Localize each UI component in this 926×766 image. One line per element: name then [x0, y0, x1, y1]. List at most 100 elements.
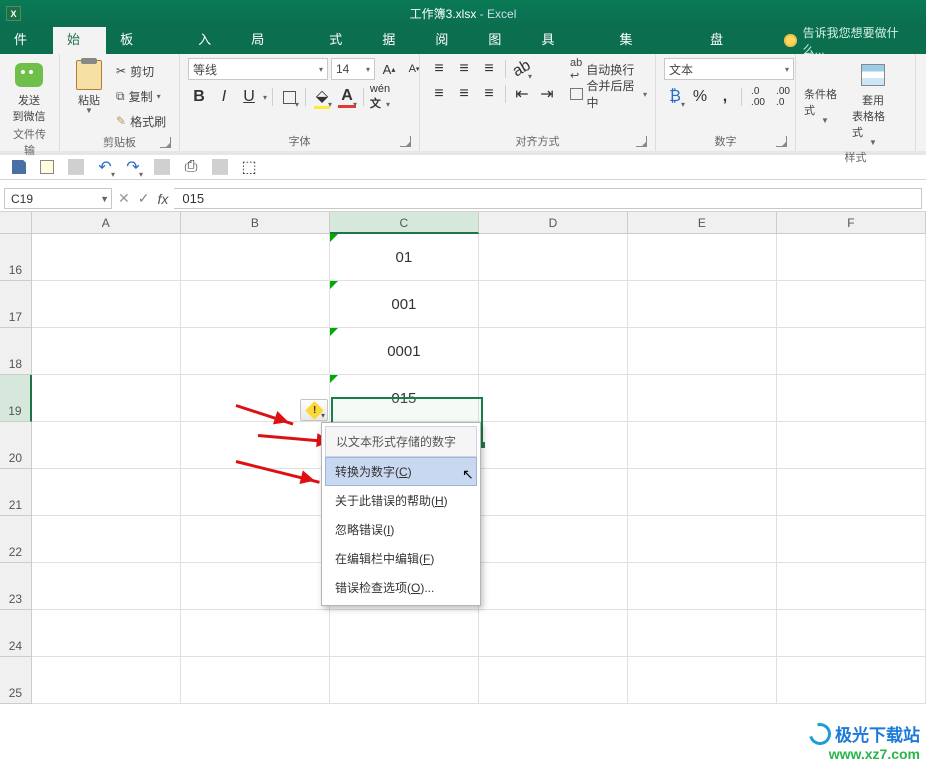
copy-icon: ⧉ [116, 89, 125, 104]
template-icon [40, 160, 54, 174]
col-header-D[interactable]: D [479, 212, 628, 234]
row-header-22[interactable]: 22 [0, 516, 32, 563]
group-alignment-label: 对齐方式 [428, 131, 647, 149]
touch-mode-button[interactable]: ⬚ [238, 156, 260, 178]
decrease-indent-button[interactable]: ⇤ [511, 83, 533, 105]
row-header-20[interactable]: 20 [0, 422, 32, 469]
orientation-button[interactable]: ab [511, 58, 533, 80]
row-header-25[interactable]: 25 [0, 657, 32, 704]
select-all-corner[interactable] [0, 212, 32, 234]
group-filetransfer-label: 文件传输 [8, 124, 51, 158]
template-button[interactable] [36, 156, 58, 178]
font-dialog-launcher[interactable] [400, 136, 411, 147]
menu-error-help[interactable]: 关于此错误的帮助(H) [325, 486, 477, 515]
align-center-button[interactable]: ≡ [453, 83, 475, 105]
row-header-21[interactable]: 21 [0, 469, 32, 516]
formula-input[interactable]: 015 [174, 188, 922, 209]
increase-indent-button[interactable]: ⇥ [536, 83, 558, 105]
col-header-F[interactable]: F [777, 212, 926, 234]
brush-icon: ✎ [116, 114, 126, 128]
col-header-E[interactable]: E [628, 212, 777, 234]
ribbon: 发送 到微信 文件传输 粘贴 ▼ ✂剪切 ⧉复制▾ ✎格式刷 剪贴板 等线▾ 1… [0, 54, 926, 155]
copy-button[interactable]: ⧉复制▾ [116, 85, 166, 107]
grid[interactable]: 16 01 17 001 18 0001 19 015 20 21 22 23 24 2… [0, 234, 926, 704]
underline-button[interactable]: U [238, 86, 260, 108]
cell-C19[interactable]: 015 [330, 375, 479, 422]
phonetic-button[interactable]: wén文 [369, 86, 391, 108]
font-color-button[interactable]: A [336, 86, 358, 108]
col-header-A[interactable]: A [32, 212, 181, 234]
menu-error-check-options[interactable]: 错误检查选项(O)... [325, 573, 477, 602]
number-dialog-launcher[interactable] [776, 136, 787, 147]
alignment-dialog-launcher[interactable] [636, 136, 647, 147]
fill-color-button[interactable]: ⬙ [311, 86, 333, 108]
font-name-combo[interactable]: 等线▾ [188, 58, 328, 80]
window-title: 工作簿3.xlsx - Excel [0, 5, 926, 22]
align-top-button[interactable]: ≡ [428, 58, 450, 80]
warning-icon: ! [305, 401, 323, 419]
decrease-font-button[interactable]: A▾ [403, 58, 425, 80]
redo-button[interactable]: ↷ [122, 156, 144, 178]
send-to-wechat-button[interactable]: 发送 到微信 [8, 58, 50, 124]
save-button[interactable] [8, 156, 30, 178]
row-header-16[interactable]: 16 [0, 234, 32, 281]
group-number-label: 数字 [664, 131, 787, 149]
increase-decimal-button[interactable]: .0.00 [747, 86, 769, 108]
error-smart-tag-button[interactable]: ! [300, 399, 328, 421]
increase-font-button[interactable]: A▴ [378, 58, 400, 80]
font-size-combo[interactable]: 14▾ [331, 58, 375, 80]
cell-C17[interactable]: 001 [330, 281, 479, 328]
cell-C18[interactable]: 0001 [330, 328, 479, 375]
save-icon [12, 160, 26, 174]
paste-button[interactable]: 粘贴 ▼ [68, 58, 110, 115]
tell-me-placeholder: 告诉我您想要做什么... [803, 24, 916, 58]
menu-ignore-error[interactable]: 忽略错误(I) [325, 515, 477, 544]
merge-icon [570, 88, 583, 100]
align-middle-button[interactable]: ≡ [453, 58, 475, 80]
phonetic-icon: wén文 [370, 83, 390, 111]
fx-button[interactable]: fx [157, 191, 168, 207]
format-painter-button[interactable]: ✎格式刷 [116, 110, 166, 132]
align-left-button[interactable]: ≡ [428, 83, 450, 105]
cut-button[interactable]: ✂剪切 [116, 60, 166, 82]
title-bar: X 工作簿3.xlsx - Excel [0, 0, 926, 27]
comma-button[interactable]: , [714, 86, 736, 108]
merge-center-button[interactable]: 合并后居中▾ [570, 83, 647, 105]
row-header-17[interactable]: 17 [0, 281, 32, 328]
accept-formula-button[interactable]: ✓ [138, 190, 150, 207]
group-font-label: 字体 [188, 131, 411, 149]
undo-button[interactable]: ↶ [94, 156, 116, 178]
cancel-formula-button[interactable]: ✕ [118, 190, 130, 207]
name-box[interactable]: C19▼ [4, 188, 112, 209]
bold-button[interactable]: B [188, 86, 210, 108]
print-preview-button[interactable]: ⎙ [180, 156, 202, 178]
menu-convert-to-number[interactable]: 转换为数字(C) [325, 457, 477, 486]
align-right-button[interactable]: ≡ [478, 83, 500, 105]
border-button[interactable] [278, 86, 300, 108]
scissors-icon: ✂ [116, 64, 126, 78]
print-icon: ⎙ [185, 158, 198, 176]
percent-button[interactable]: % [689, 86, 711, 108]
menu-edit-in-formula-bar[interactable]: 在编辑栏中编辑(F) [325, 544, 477, 573]
tell-me-search[interactable]: 告诉我您想要做什么... [774, 27, 926, 54]
col-header-B[interactable]: B [181, 212, 330, 234]
conditional-format-button[interactable]: 条件格式▼ [804, 58, 846, 125]
number-format-combo[interactable]: 文本▾ [664, 58, 794, 80]
cell-C16[interactable]: 01 [330, 234, 479, 281]
accounting-format-button[interactable]: ₿ [664, 86, 686, 108]
align-bottom-button[interactable]: ≡ [478, 58, 500, 80]
row-header-18[interactable]: 18 [0, 328, 32, 375]
clipboard-dialog-launcher[interactable] [160, 137, 171, 148]
col-header-C[interactable]: C [330, 212, 479, 234]
decrease-decimal-button[interactable]: .00.0 [772, 86, 794, 108]
quick-access-toolbar: ↶ ↷ ⎙ ⬚ [0, 155, 926, 180]
row-header-23[interactable]: 23 [0, 563, 32, 610]
wechat-icon [15, 63, 43, 87]
ribbon-tabs: 文件 开始 我的模板 插入 页面布局 公式 数据 审阅 视图 开发工具 PDF工… [0, 27, 926, 54]
redo-icon: ↷ [126, 157, 139, 177]
row-header-24[interactable]: 24 [0, 610, 32, 657]
bucket-icon: ⬙ [314, 86, 330, 109]
italic-button[interactable]: I [213, 86, 235, 108]
format-as-table-button[interactable]: 套用 表格格式▼ [852, 58, 894, 147]
row-header-19[interactable]: 19 [0, 375, 32, 422]
